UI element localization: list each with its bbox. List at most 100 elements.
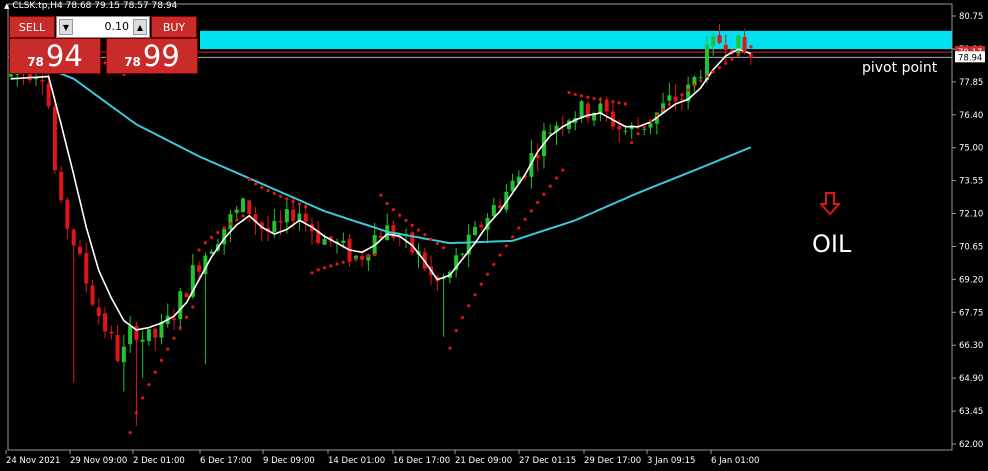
candle-body (52, 106, 57, 171)
psar-dot (542, 192, 546, 196)
candle (115, 324, 120, 363)
y-tick-label: 70.65 (959, 242, 983, 252)
psar-dot (291, 200, 295, 204)
x-tick-label: 3 Jan 09:15 (647, 456, 695, 466)
psar-dot (322, 266, 327, 270)
candle (385, 213, 390, 241)
psar-dot (699, 79, 703, 83)
candle (209, 249, 214, 254)
candle-body (146, 329, 151, 342)
psar-dot (529, 209, 534, 213)
psar-dot (623, 102, 628, 106)
candle-body (491, 205, 496, 217)
psar-dot (385, 201, 389, 206)
x-tick-label: 14 Dec 01:00 (328, 456, 385, 466)
psar-dot (159, 358, 164, 363)
psar-dot (335, 262, 339, 266)
buy-button[interactable]: BUY (151, 16, 197, 38)
psar-dot (561, 168, 565, 172)
chart-header: ▲ CLSK.tp,H4 78.68 79.15 78.57 78.94 (4, 1, 177, 11)
candle-body (723, 44, 728, 50)
candle-body (197, 265, 202, 272)
candles-layer (9, 23, 753, 426)
candle-body (234, 209, 239, 213)
candle (504, 184, 509, 213)
psar-dot (197, 248, 201, 252)
volume-field[interactable]: ▼ 0.10 ▲ (56, 16, 150, 38)
psar-dot (210, 235, 214, 240)
psar-dot (253, 182, 258, 186)
psar-dot (592, 96, 596, 101)
psar-dot (247, 177, 251, 181)
candle-body (736, 35, 741, 54)
buy-price-box[interactable]: 78 99 (106, 38, 198, 74)
candle-body (604, 101, 609, 112)
volume-value[interactable]: 0.10 (77, 20, 130, 33)
candle (297, 203, 302, 231)
psar-dot (241, 214, 245, 218)
psar-dot (504, 244, 508, 248)
price-tag-current-label: 78.94 (958, 53, 982, 63)
psar-dot (172, 336, 176, 340)
psar-dot (366, 254, 370, 258)
psar-dot (573, 92, 577, 97)
candle-body (128, 326, 133, 345)
candle (172, 308, 177, 330)
candle (748, 52, 753, 65)
y-tick-label: 73.55 (959, 177, 983, 187)
candle-body (636, 127, 640, 129)
candle-body (90, 285, 95, 305)
x-tick-label: 24 Nov 2021 (6, 456, 60, 466)
candle-body (460, 253, 465, 255)
candle-body (623, 130, 628, 132)
candle (247, 199, 252, 223)
y-tick-label: 72.10 (959, 210, 983, 220)
psar-dot (517, 226, 521, 230)
candle (548, 124, 553, 135)
psar-dot (536, 200, 540, 205)
candle (692, 75, 697, 92)
psar-dot (297, 202, 302, 206)
volume-decrease-icon[interactable]: ▼ (59, 19, 73, 35)
candle-body (172, 318, 177, 321)
candle-body (184, 293, 189, 298)
psar-dot (736, 53, 740, 57)
candle-body (34, 78, 39, 80)
candle (441, 273, 446, 337)
candle-body (278, 221, 283, 223)
sell-price-box[interactable]: 78 94 (9, 38, 101, 74)
psar-dot (373, 252, 377, 257)
psar-dot (485, 272, 490, 276)
candle (535, 143, 540, 172)
candle-body (648, 123, 653, 128)
psar-dot (467, 304, 471, 308)
sell-button[interactable]: SELL (9, 16, 55, 38)
candle (140, 330, 145, 378)
candle-body (322, 239, 327, 245)
collapse-triangle-icon[interactable]: ▲ (4, 2, 9, 10)
psar-dot (228, 222, 233, 226)
candle (184, 291, 189, 298)
psar-dot (586, 95, 590, 99)
sell-price-prefix: 78 (27, 55, 44, 69)
volume-increase-icon[interactable]: ▲ (133, 19, 147, 35)
candle (109, 325, 114, 340)
candle-body (472, 226, 477, 235)
psar-dot (316, 268, 320, 272)
candle-body (247, 200, 252, 214)
candle-body (115, 334, 120, 361)
pivot-zone (200, 30, 952, 50)
candle (667, 82, 672, 104)
psar-dot (548, 184, 552, 188)
candle (15, 72, 20, 87)
candle (234, 206, 239, 218)
candle-body (642, 128, 647, 130)
psar-dot (711, 70, 715, 74)
candle (96, 298, 101, 325)
candle-body (498, 205, 503, 209)
candle (259, 220, 264, 242)
candle (84, 242, 89, 293)
psar-dot (442, 246, 446, 250)
candle (240, 197, 245, 214)
psar-dot (178, 325, 182, 330)
